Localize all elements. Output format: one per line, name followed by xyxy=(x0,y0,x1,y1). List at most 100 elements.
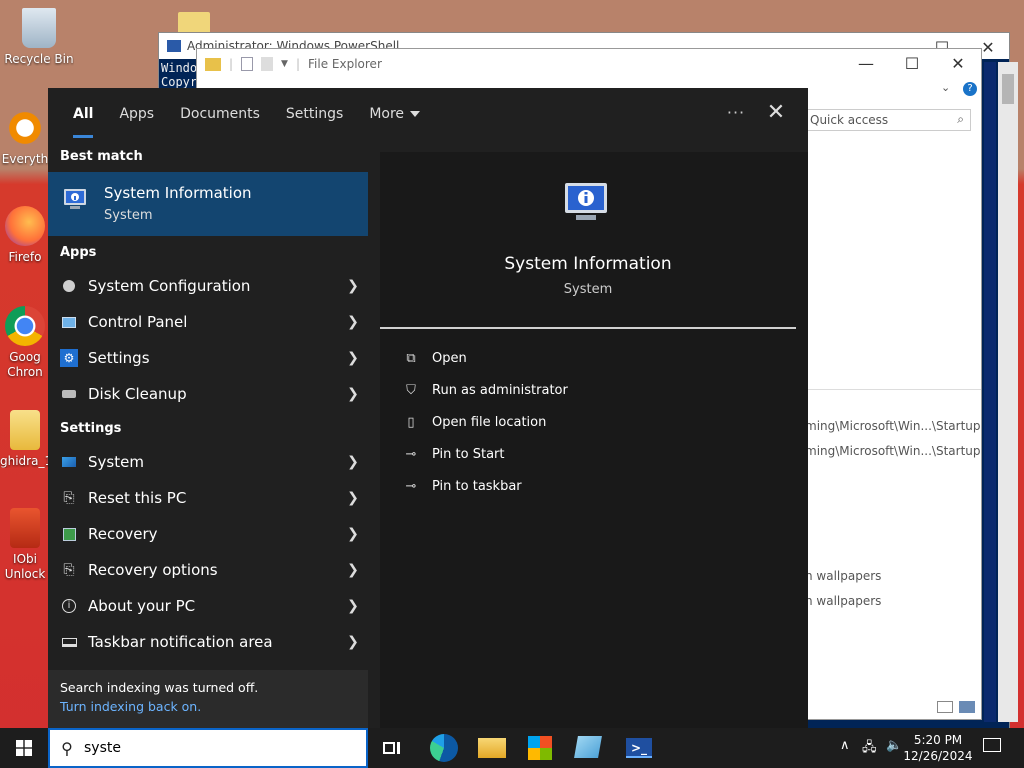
tab-documents[interactable]: Documents xyxy=(167,88,273,140)
recycle-bin-icon xyxy=(22,8,56,48)
result-control-panel[interactable]: Control Panel ❯ xyxy=(48,304,368,340)
apps-header: Apps xyxy=(60,245,97,260)
best-match-title: System Information xyxy=(104,184,252,202)
chevron-right-icon[interactable]: ❯ xyxy=(338,562,368,578)
desktop-icon-ghidra[interactable]: ghidra_1 xyxy=(0,410,50,468)
desktop-icon-everything[interactable]: Everyth xyxy=(0,108,50,166)
scrollbar[interactable] xyxy=(998,62,1018,722)
result-label: System xyxy=(88,453,144,471)
search-placeholder: Quick access xyxy=(810,113,889,127)
details-view-icon[interactable] xyxy=(937,701,953,713)
chevron-right-icon[interactable]: ❯ xyxy=(338,314,368,330)
action-open-file-location[interactable]: ▯ Open file location xyxy=(402,410,546,434)
info-icon: i xyxy=(60,597,78,615)
action-run-as-administrator[interactable]: ⛉ Run as administrator xyxy=(402,378,568,402)
action-label: Open xyxy=(432,350,467,366)
lock-icon xyxy=(10,508,40,548)
chevron-right-icon[interactable]: ❯ xyxy=(338,454,368,470)
store-icon[interactable] xyxy=(528,736,552,760)
result-recovery-options[interactable]: ⎘ Recovery options ❯ xyxy=(48,552,368,588)
network-icon[interactable]: 🖧 xyxy=(862,738,877,760)
desktop-icon-label: Firefo xyxy=(8,250,42,264)
help-icon[interactable]: ? xyxy=(963,82,977,96)
notification-center-icon[interactable] xyxy=(980,736,1004,758)
chevron-down-icon[interactable]: ⌄ xyxy=(941,81,950,94)
result-reset-this-pc[interactable]: ⎘ Reset this PC ❯ xyxy=(48,480,368,516)
file-explorer-icon[interactable] xyxy=(478,738,506,758)
result-label: Taskbar notification area xyxy=(88,633,273,651)
settings-header: Settings xyxy=(60,421,122,436)
desktop-icon-iobit-unlocker[interactable]: IObi Unlock xyxy=(0,508,50,582)
action-pin-to-start[interactable]: ⊸ Pin to Start xyxy=(402,442,505,466)
result-disk-cleanup[interactable]: Disk Cleanup ❯ xyxy=(48,376,368,412)
system-clock[interactable]: 5:20 PM 12/26/2024 xyxy=(900,732,976,764)
taskbar-search-box[interactable]: ⚲ xyxy=(48,728,368,768)
desktop-icon-chrome[interactable]: Goog Chron xyxy=(0,306,50,380)
edge-icon[interactable] xyxy=(430,734,458,762)
tab-more[interactable]: More xyxy=(356,88,433,140)
close-icon[interactable]: ✕ xyxy=(760,98,792,130)
chevron-right-icon[interactable]: ❯ xyxy=(338,350,368,366)
chevron-right-icon[interactable]: ❯ xyxy=(338,598,368,614)
powershell-icon[interactable]: >_ xyxy=(626,738,652,758)
best-match-system-information[interactable]: System Information System xyxy=(48,172,368,236)
tab-apps[interactable]: Apps xyxy=(106,88,167,140)
result-taskbar-notification-area[interactable]: Taskbar notification area ❯ xyxy=(48,624,368,660)
action-label: Pin to Start xyxy=(432,446,505,462)
result-label: About your PC xyxy=(88,597,196,615)
folder-icon xyxy=(10,410,40,450)
everything-icon xyxy=(5,108,45,148)
quick-access-search[interactable]: Quick access ⌕ xyxy=(803,109,971,131)
display-icon xyxy=(60,453,78,471)
result-system-configuration[interactable]: System Configuration ❯ xyxy=(48,268,368,304)
desktop-icon-label: IObi Unlock xyxy=(4,552,46,581)
list-item[interactable]: n wallpapers xyxy=(805,569,881,583)
result-label: System Configuration xyxy=(88,277,251,295)
background-window-edge xyxy=(984,62,996,722)
tab-settings[interactable]: Settings xyxy=(273,88,356,140)
minimize-icon[interactable]: — xyxy=(843,49,889,77)
result-about-your-pc[interactable]: i About your PC ❯ xyxy=(48,588,368,624)
chevron-right-icon[interactable]: ❯ xyxy=(338,490,368,506)
maximize-icon[interactable]: ☐ xyxy=(889,49,935,77)
windows-logo-icon xyxy=(16,740,32,756)
result-settings[interactable]: ⚙ Settings ❯ xyxy=(48,340,368,376)
scrollbar-thumb[interactable] xyxy=(1002,74,1014,104)
system-configuration-icon xyxy=(60,277,78,295)
start-button[interactable] xyxy=(0,728,48,768)
powershell-icon xyxy=(167,40,181,52)
list-item[interactable]: ming\Microsoft\Win...\Startup xyxy=(805,444,981,458)
notepad-icon[interactable] xyxy=(574,736,602,758)
search-input[interactable] xyxy=(84,740,344,756)
separator: | xyxy=(295,57,301,71)
turn-indexing-on-link[interactable]: Turn indexing back on. xyxy=(60,699,356,714)
desktop-icon-recycle-bin[interactable]: Recycle Bin xyxy=(4,8,74,66)
large-icons-view-icon[interactable] xyxy=(959,701,975,713)
action-label: Open file location xyxy=(432,414,547,430)
search-menu: All Apps Documents Settings More ··· ✕ B… xyxy=(48,88,808,728)
results-pane: Best match System Information System App… xyxy=(48,140,368,728)
action-open[interactable]: ⧉ Open xyxy=(402,346,467,370)
chevron-right-icon[interactable]: ❯ xyxy=(338,278,368,294)
result-recovery[interactable]: Recovery ❯ xyxy=(48,516,368,552)
chevron-right-icon[interactable]: ❯ xyxy=(338,634,368,650)
new-folder-icon xyxy=(261,57,274,71)
chevron-right-icon[interactable]: ❯ xyxy=(338,386,368,402)
properties-icon xyxy=(241,57,254,71)
desktop-icon-firefox[interactable]: Firefo xyxy=(0,206,50,264)
result-label: Reset this PC xyxy=(88,489,187,507)
recovery-icon xyxy=(60,525,78,543)
chevron-down-icon[interactable]: ▼ xyxy=(281,59,288,69)
task-view-icon[interactable] xyxy=(378,734,406,762)
chevron-right-icon[interactable]: ❯ xyxy=(338,526,368,542)
result-system[interactable]: System ❯ xyxy=(48,444,368,480)
file-location-icon: ▯ xyxy=(407,414,415,430)
list-item[interactable]: n wallpapers xyxy=(805,594,881,608)
list-item[interactable]: ming\Microsoft\Win...\Startup xyxy=(805,419,981,433)
result-label: Settings xyxy=(88,349,150,367)
close-icon[interactable]: ✕ xyxy=(935,49,981,77)
tab-all[interactable]: All xyxy=(60,88,106,140)
chevron-up-icon[interactable]: ∧ xyxy=(840,738,850,753)
action-pin-to-taskbar[interactable]: ⊸ Pin to taskbar xyxy=(402,474,522,498)
more-options-icon[interactable]: ··· xyxy=(720,98,752,130)
